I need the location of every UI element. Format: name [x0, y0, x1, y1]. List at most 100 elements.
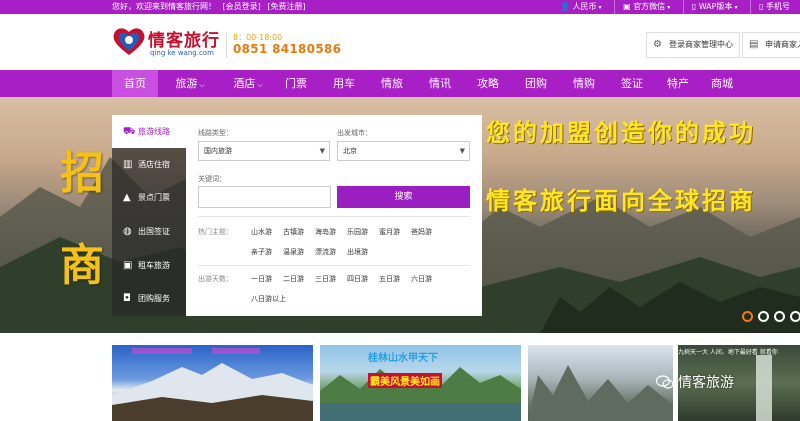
hot-tag[interactable]: 出境游	[347, 247, 368, 257]
karst-peaks-image	[528, 365, 673, 421]
side-item-groupbuy[interactable]: ◘ 团购服务	[112, 282, 186, 315]
day-tag[interactable]: 二日游	[283, 274, 304, 284]
hot-tag[interactable]: 乐园游	[347, 227, 368, 237]
welcome-text: 您好，欢迎来到情客旅行网！	[112, 2, 216, 11]
logo-text: 情客旅行	[148, 31, 220, 51]
merchant-apply-button[interactable]: ▤ 申请商家入驻	[742, 32, 800, 58]
route-type-select[interactable]: 国内旅游 ▼	[198, 141, 330, 161]
route-type-value: 国内旅游	[204, 147, 232, 155]
nav-item-news[interactable]: 情讯	[420, 70, 460, 97]
chevron-down-icon: ▼	[319, 147, 325, 155]
side-item-label: 出国签证	[138, 227, 170, 236]
nav-item-love-travel[interactable]: 情旅	[372, 70, 412, 97]
carousel-dots	[742, 307, 800, 326]
day-tag[interactable]: 一日游	[251, 274, 272, 284]
wap-menu[interactable]: ▯ WAP版本 ▾	[682, 0, 748, 15]
departure-city-select[interactable]: 北京 ▼	[337, 141, 470, 161]
side-item-car-rental[interactable]: ▣ 租车旅游	[112, 249, 186, 282]
side-item-hotel[interactable]: ▥ 酒店住宿	[112, 148, 186, 181]
hot-tag[interactable]: 温泉游	[283, 247, 304, 257]
hot-tag[interactable]: 海岛游	[315, 227, 336, 237]
nav-item-shopping[interactable]: 情购	[564, 70, 604, 97]
mobile-icon: ▯	[691, 2, 697, 11]
wechat-menu[interactable]: ▣ 官方微信 ▾	[614, 0, 680, 15]
nav-label: 商城	[711, 77, 733, 90]
side-item-travel-routes[interactable]: ⛟ 旅游线路	[112, 115, 186, 148]
merchant-apply-label: 申请商家入驻	[765, 40, 800, 49]
nav-item-guides[interactable]: 攻略	[468, 70, 508, 97]
site-logo[interactable]: 情客旅行 qing ke wang.com	[112, 22, 222, 66]
nav-label: 情旅	[381, 77, 403, 90]
nav-item-visa[interactable]: 签证	[612, 70, 652, 97]
nav-item-tickets[interactable]: 门票	[276, 70, 316, 97]
phone-menu[interactable]: ▯ 手机号	[750, 0, 800, 14]
carousel-dot-4[interactable]	[790, 311, 800, 322]
nav-item-hotel[interactable]: 酒店 ⌵	[220, 70, 276, 97]
divider	[198, 216, 470, 217]
hot-tag[interactable]: 漂流游	[315, 247, 336, 257]
thumbnail-caption-2: 霸美风景美如画	[368, 373, 442, 388]
chevron-down-icon: ⌵	[257, 81, 263, 89]
banner-char-recruit: 招	[60, 148, 104, 199]
thumbnail-guilin[interactable]: 桂林山水甲天下 霸美风景美如画	[320, 345, 521, 421]
building-icon: ▥	[123, 159, 133, 170]
merchant-login-button[interactable]: ⚙ 登录商家管理中心	[646, 32, 740, 58]
nav-item-home[interactable]: 首页	[112, 70, 158, 97]
side-item-label: 酒店住宿	[138, 160, 170, 169]
hot-themes-label: 热门主题：	[198, 228, 233, 236]
side-item-tickets[interactable]: ▲ 景点门票	[112, 181, 186, 214]
nav-label: 签证	[621, 77, 643, 90]
nav-item-travel[interactable]: 旅游 ⌵	[162, 70, 218, 97]
hot-tag[interactable]: 亲子游	[251, 247, 272, 257]
nav-label: 攻略	[477, 77, 499, 90]
side-item-label: 景点门票	[138, 193, 170, 202]
wechat-watermark: 情客旅游	[656, 372, 734, 392]
chevron-down-icon: ⌵	[199, 81, 205, 89]
carousel-dot-2[interactable]	[758, 311, 769, 322]
phone-menu-label: 手机号	[766, 2, 790, 11]
merchant-login-label: 登录商家管理中心	[669, 40, 733, 49]
header-divider	[226, 32, 227, 58]
day-tag[interactable]: 六日游	[411, 274, 432, 284]
hot-tag[interactable]: 山水游	[251, 227, 272, 237]
nav-label: 门票	[285, 77, 307, 90]
banner-slogan-2: 情客旅行面向全球招商	[486, 186, 756, 215]
heart-logo-icon	[113, 28, 145, 55]
thumbnail-karst[interactable]	[528, 345, 673, 421]
hot-tag[interactable]: 古镇游	[283, 227, 304, 237]
nav-label: 首页	[124, 77, 146, 90]
search-panel: 线路类型： 国内旅游 ▼ 出发城市： 北京 ▼ 关键词： 搜索 热门主题： 山水…	[186, 115, 482, 316]
side-item-label: 团购服务	[138, 294, 170, 303]
nav-item-groupbuy[interactable]: 团购	[516, 70, 556, 97]
carousel-dot-1[interactable]	[742, 311, 753, 322]
day-tag[interactable]: 五日游	[379, 274, 400, 284]
thumbnail-snow-mountain[interactable]	[112, 345, 313, 421]
category-sidebar: ⛟ 旅游线路 ▥ 酒店住宿 ▲ 景点门票 ◍ 出国签证 ▣ 租车旅游 ◘ 团购服务	[112, 115, 186, 316]
day-tag[interactable]: 八日游以上	[251, 294, 286, 304]
bag-icon: ◘	[123, 293, 131, 304]
side-item-visa[interactable]: ◍ 出国签证	[112, 215, 186, 248]
nav-item-mall[interactable]: 商城	[702, 70, 742, 97]
logo-subtext: qing ke wang.com	[150, 49, 214, 57]
register-link[interactable]: [免费注册]	[267, 2, 305, 11]
day-tag[interactable]: 四日游	[347, 274, 368, 284]
nav-item-car[interactable]: 用车	[324, 70, 364, 97]
nav-label: 酒店	[233, 77, 256, 90]
side-item-label: 租车旅游	[138, 261, 170, 270]
day-tag[interactable]: 三日游	[315, 274, 336, 284]
route-type-label: 线路类型：	[198, 129, 233, 137]
chevron-down-icon: ▾	[734, 4, 738, 11]
nav-item-specialty[interactable]: 特产	[658, 70, 698, 97]
currency-menu[interactable]: 👤 人民币 ▾	[552, 0, 612, 15]
wechat-label: 官方微信	[633, 2, 666, 11]
hot-tag[interactable]: 爸妈游	[411, 227, 432, 237]
hot-tag[interactable]: 蜜月游	[379, 227, 400, 237]
wechat-icon: ▣	[623, 2, 631, 11]
phone-icon: ▯	[759, 2, 764, 11]
chevron-down-icon: ▼	[459, 147, 465, 155]
wechat-icon	[656, 375, 674, 389]
carousel-dot-3[interactable]	[774, 311, 785, 322]
search-button[interactable]: 搜索	[337, 186, 470, 208]
keyword-input[interactable]	[198, 186, 331, 208]
login-link[interactable]: [会员登录]	[223, 2, 261, 11]
